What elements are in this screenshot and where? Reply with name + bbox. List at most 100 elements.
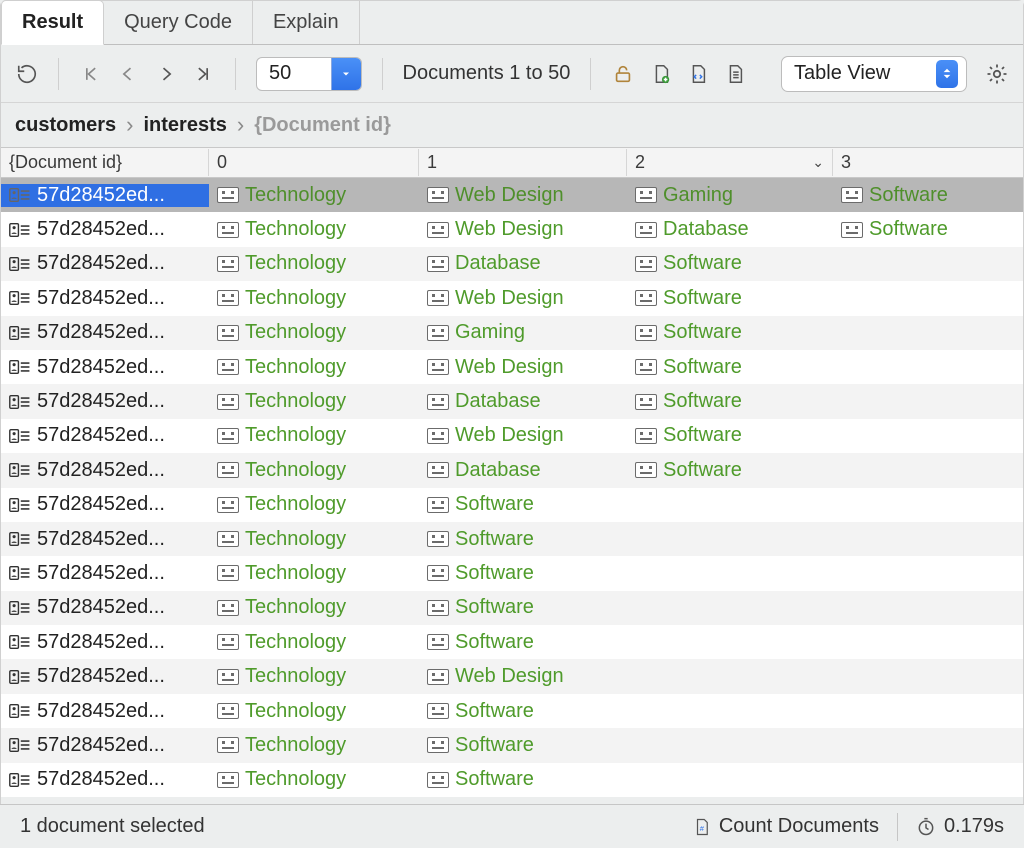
table-row[interactable]: 57d28452ed...TechnologyWeb DesignSoftwar… <box>1 281 1023 315</box>
value-cell[interactable]: Technology <box>209 459 419 482</box>
table-header[interactable]: 1 <box>419 149 627 176</box>
value-cell[interactable]: Technology <box>209 631 419 654</box>
id-cell[interactable]: 57d28452ed... <box>1 768 209 791</box>
tab-query-code[interactable]: Query Code <box>104 1 253 44</box>
value-cell[interactable]: Software <box>833 218 1023 241</box>
id-cell[interactable]: 57d28452ed... <box>1 252 209 275</box>
value-cell[interactable]: Web Design <box>419 356 627 379</box>
value-cell[interactable]: Database <box>419 459 627 482</box>
table-row[interactable]: 57d28452ed...TechnologySoftware <box>1 728 1023 762</box>
breadcrumb-item[interactable]: interests <box>143 114 226 137</box>
value-cell[interactable]: Technology <box>209 562 419 585</box>
value-cell[interactable]: Software <box>419 631 627 654</box>
add-document-icon[interactable] <box>649 61 672 87</box>
page-size-select[interactable]: 50 <box>256 57 362 91</box>
table-row[interactable]: 57d28452ed...TechnologyDatabaseSoftware <box>1 247 1023 281</box>
id-cell[interactable]: 57d28452ed... <box>1 218 209 241</box>
value-cell[interactable]: Technology <box>209 321 419 344</box>
value-cell[interactable]: Database <box>419 390 627 413</box>
value-cell[interactable]: Web Design <box>419 287 627 310</box>
value-cell[interactable]: Web Design <box>419 218 627 241</box>
value-cell[interactable]: Technology <box>209 252 419 275</box>
table-row[interactable]: 57d28452ed...TechnologyDatabaseSoftware <box>1 453 1023 487</box>
value-cell[interactable]: Technology <box>209 287 419 310</box>
value-cell[interactable]: Technology <box>209 184 419 207</box>
table-row[interactable]: 57d28452ed...TechnologySoftware <box>1 763 1023 797</box>
id-cell[interactable]: 57d28452ed... <box>1 562 209 585</box>
id-cell[interactable]: 57d28452ed... <box>1 321 209 344</box>
next-page-icon[interactable] <box>154 61 177 87</box>
count-documents-button[interactable]: # Count Documents <box>693 815 879 838</box>
value-cell[interactable]: Software <box>419 562 627 585</box>
value-cell[interactable]: Software <box>419 700 627 723</box>
value-cell[interactable]: Software <box>419 596 627 619</box>
value-cell[interactable]: Software <box>627 252 833 275</box>
table-row[interactable]: 57d28452ed...TechnologyDatabaseSoftware <box>1 384 1023 418</box>
value-cell[interactable]: Technology <box>209 734 419 757</box>
table-row[interactable]: 57d28452ed...TechnologyWeb DesignSoftwar… <box>1 419 1023 453</box>
tab-result[interactable]: Result <box>1 0 104 45</box>
code-export-icon[interactable] <box>686 61 709 87</box>
id-cell[interactable]: 57d28452ed... <box>1 287 209 310</box>
breadcrumb-item[interactable]: customers <box>15 114 116 137</box>
table-row[interactable]: 57d28452ed...TechnologySoftware <box>1 522 1023 556</box>
id-cell[interactable]: 57d28452ed... <box>1 424 209 447</box>
value-cell[interactable]: Software <box>419 528 627 551</box>
last-page-icon[interactable] <box>192 61 215 87</box>
id-cell[interactable]: 57d28452ed... <box>1 734 209 757</box>
id-cell[interactable]: 57d28452ed... <box>1 596 209 619</box>
value-cell[interactable]: Technology <box>209 424 419 447</box>
table-row[interactable]: 57d28452ed...TechnologyGamingSoftware <box>1 316 1023 350</box>
view-mode-select[interactable]: Table View <box>781 56 967 92</box>
value-cell[interactable]: Software <box>627 390 833 413</box>
value-cell[interactable]: Technology <box>209 356 419 379</box>
table-header[interactable]: {Document id} <box>1 149 209 176</box>
table-row[interactable]: 57d28452ed...TechnologyWeb DesignSoftwar… <box>1 350 1023 384</box>
id-cell[interactable]: 57d28452ed... <box>1 390 209 413</box>
id-cell[interactable]: 57d28452ed... <box>1 700 209 723</box>
id-cell[interactable]: 57d28452ed... <box>1 356 209 379</box>
value-cell[interactable]: Web Design <box>419 665 627 688</box>
id-cell[interactable]: 57d28452ed... <box>1 665 209 688</box>
tab-explain[interactable]: Explain <box>253 1 360 44</box>
table-row[interactable]: 57d28452ed...TechnologySoftware <box>1 694 1023 728</box>
table-row[interactable]: 57d28452ed...TechnologyWeb DesignGamingS… <box>1 178 1023 212</box>
value-cell[interactable]: Software <box>833 184 1023 207</box>
table-header[interactable]: 3 <box>833 149 1023 176</box>
table-row[interactable]: 57d28452ed...TechnologySoftware <box>1 591 1023 625</box>
unlock-icon[interactable] <box>611 61 634 87</box>
id-cell[interactable]: 57d28452ed... <box>1 459 209 482</box>
value-cell[interactable]: Technology <box>209 218 419 241</box>
table-header[interactable]: 2 ⌄ <box>627 149 833 176</box>
table-row[interactable]: 57d28452ed...TechnologySoftware <box>1 488 1023 522</box>
first-page-icon[interactable] <box>79 61 102 87</box>
value-cell[interactable]: Technology <box>209 665 419 688</box>
id-cell[interactable]: 57d28452ed... <box>1 493 209 516</box>
table-row[interactable]: 57d28452ed...TechnologySoftware <box>1 556 1023 590</box>
value-cell[interactable]: Database <box>419 252 627 275</box>
table-row[interactable]: 57d28452ed...TechnologySoftware <box>1 625 1023 659</box>
value-cell[interactable]: Software <box>627 459 833 482</box>
value-cell[interactable]: Technology <box>209 390 419 413</box>
value-cell[interactable]: Software <box>627 424 833 447</box>
table-header[interactable]: 0 <box>209 149 419 176</box>
value-cell[interactable]: Gaming <box>627 184 833 207</box>
id-cell[interactable]: 57d28452ed... <box>1 528 209 551</box>
value-cell[interactable]: Software <box>627 356 833 379</box>
value-cell[interactable]: Software <box>419 768 627 791</box>
value-cell[interactable]: Technology <box>209 528 419 551</box>
value-cell[interactable]: Software <box>627 287 833 310</box>
value-cell[interactable]: Software <box>419 734 627 757</box>
value-cell[interactable]: Database <box>627 218 833 241</box>
table-row[interactable]: 57d28452ed...TechnologyWeb Design <box>1 659 1023 693</box>
value-cell[interactable]: Software <box>419 493 627 516</box>
gear-icon[interactable] <box>985 61 1009 87</box>
value-cell[interactable]: Gaming <box>419 321 627 344</box>
refresh-icon[interactable] <box>15 61 38 87</box>
value-cell[interactable]: Technology <box>209 596 419 619</box>
document-list-icon[interactable] <box>724 61 747 87</box>
value-cell[interactable]: Technology <box>209 768 419 791</box>
value-cell[interactable]: Web Design <box>419 184 627 207</box>
value-cell[interactable]: Technology <box>209 493 419 516</box>
id-cell[interactable]: 57d28452ed... <box>1 184 209 207</box>
